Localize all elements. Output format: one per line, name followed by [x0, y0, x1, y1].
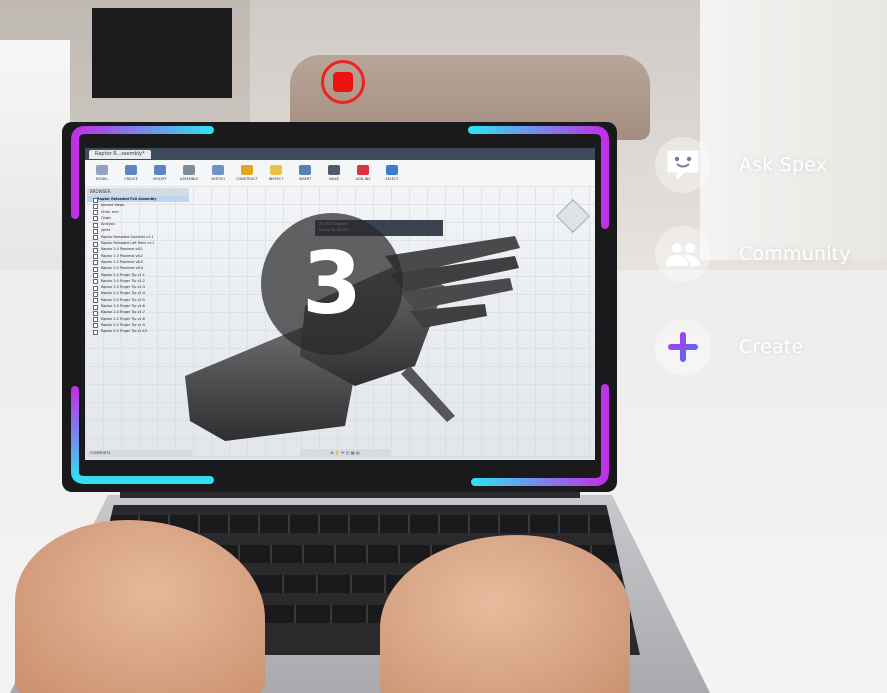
camera-view: Raptor R...ssembly* MODEL CREATE MODIFY … [0, 0, 887, 693]
menu-ask-spex[interactable]: Ask Spex [655, 137, 827, 193]
chat-bot-icon [655, 137, 711, 193]
countdown-overlay: 3 [261, 213, 403, 355]
frame-corner-bottom-right [471, 384, 609, 486]
countdown-number: 3 [302, 234, 362, 334]
frame-corner-bottom-left [71, 386, 214, 484]
plus-icon [655, 319, 711, 375]
frame-corner-top-left [71, 126, 214, 219]
record-stop-button[interactable] [321, 60, 365, 104]
menu-create[interactable]: Create [655, 319, 803, 375]
frame-corner-top-right [468, 126, 609, 229]
people-icon [655, 226, 711, 282]
record-stop-icon [333, 72, 353, 92]
menu-community[interactable]: Community [655, 226, 851, 282]
menu-label-create: Create [739, 336, 804, 358]
menu-label-community: Community [739, 243, 851, 265]
menu-label-ask-spex: Ask Spex [739, 154, 828, 176]
